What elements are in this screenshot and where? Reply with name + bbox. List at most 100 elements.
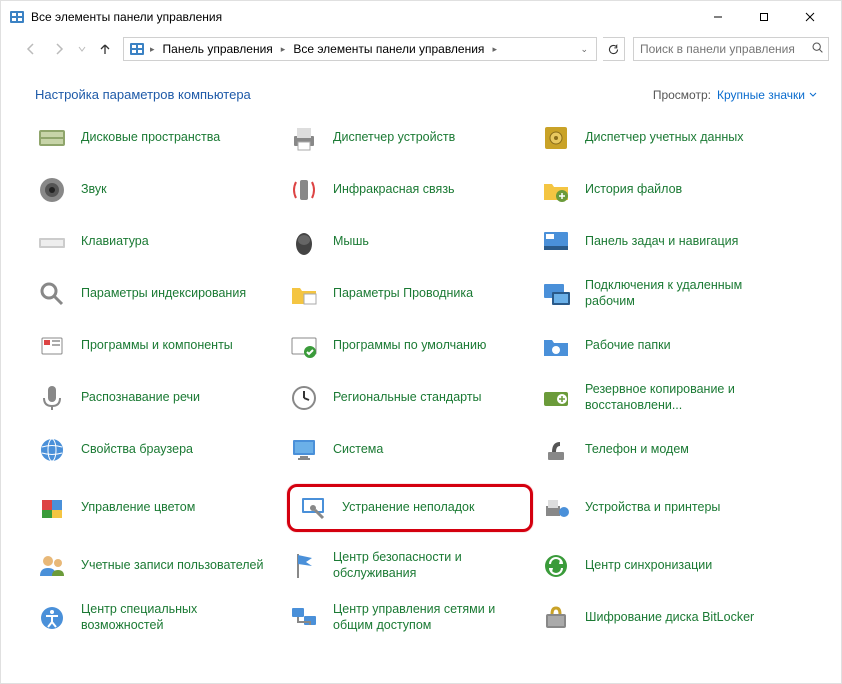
cpl-item-label[interactable]: Клавиатура [81, 234, 149, 250]
breadcrumb-chevron-icon[interactable]: ▸ [490, 44, 499, 55]
search-icon[interactable] [806, 41, 828, 57]
cpl-item-taskbar-navigation[interactable]: Панель задач и навигация [539, 224, 785, 260]
infrared-icon [287, 173, 321, 207]
cpl-item-security-maintenance[interactable]: Центр безопасности и обслуживания [287, 548, 533, 584]
cpl-item-mouse[interactable]: Мышь [287, 224, 533, 260]
refresh-button[interactable] [603, 37, 625, 61]
file-history-icon [539, 173, 573, 207]
cpl-item-region[interactable]: Региональные стандарты [287, 380, 533, 416]
cpl-item-troubleshooting[interactable]: Устранение неполадок [287, 484, 533, 532]
cpl-item-label[interactable]: Региональные стандарты [333, 390, 482, 406]
cpl-item-phone-modem[interactable]: Телефон и модем [539, 432, 785, 468]
cpl-item-system[interactable]: Система [287, 432, 533, 468]
view-by-selector[interactable]: Крупные значки [717, 88, 817, 102]
cpl-item-device-manager[interactable]: Диспетчер устройств [287, 120, 533, 156]
breadcrumb-all-items[interactable]: Все элементы панели управления [287, 40, 490, 58]
cpl-item-devices-printers[interactable]: Устройства и принтеры [539, 484, 785, 532]
address-bar[interactable]: ▸ Панель управления ▸ Все элементы панел… [123, 37, 597, 61]
cpl-item-label[interactable]: История файлов [585, 182, 682, 198]
cpl-item-explorer-options[interactable]: Параметры Проводника [287, 276, 533, 312]
programs-features-icon [35, 329, 69, 363]
cpl-item-indexing-options[interactable]: Параметры индексирования [35, 276, 281, 312]
search-box[interactable] [633, 37, 829, 61]
sync-center-icon [539, 549, 573, 583]
control-panel-window: Все элементы панели управления ▸ Панель … [0, 0, 842, 684]
cpl-item-label[interactable]: Инфракрасная связь [333, 182, 455, 198]
cpl-item-default-programs[interactable]: Программы по умолчанию [287, 328, 533, 364]
cpl-item-label[interactable]: Параметры индексирования [81, 286, 246, 302]
cpl-item-label[interactable]: Подключения к удаленным рабочим [585, 278, 780, 309]
cpl-item-label[interactable]: Управление цветом [81, 500, 195, 516]
cpl-item-user-accounts[interactable]: Учетные записи пользователей [35, 548, 281, 584]
cpl-item-storage-spaces[interactable]: Дисковые пространства [35, 120, 281, 156]
cpl-item-label[interactable]: Мышь [333, 234, 369, 250]
cpl-item-label[interactable]: Панель задач и навигация [585, 234, 738, 250]
bitlocker-icon [539, 601, 573, 635]
device-manager-icon [287, 121, 321, 155]
nav-up-button[interactable] [93, 37, 117, 61]
cpl-item-label[interactable]: Программы и компоненты [81, 338, 233, 354]
cpl-item-label[interactable]: Учетные записи пользователей [81, 558, 264, 574]
system-icon [287, 433, 321, 467]
cpl-item-label[interactable]: Центр синхронизации [585, 558, 712, 574]
address-history-dropdown[interactable]: ⌄ [574, 44, 594, 55]
keyboard-icon [35, 225, 69, 259]
search-input[interactable] [634, 42, 806, 56]
cpl-item-label[interactable]: Диспетчер устройств [333, 130, 455, 146]
maximize-button[interactable] [741, 3, 787, 31]
chevron-down-icon [809, 92, 817, 98]
page-title: Настройка параметров компьютера [35, 87, 251, 102]
cpl-item-sound[interactable]: Звук [35, 172, 281, 208]
cpl-item-label[interactable]: Шифрование диска BitLocker [585, 610, 754, 626]
cpl-item-remote-desktop[interactable]: Подключения к удаленным рабочим [539, 276, 785, 312]
cpl-item-file-history[interactable]: История файлов [539, 172, 785, 208]
close-button[interactable] [787, 3, 833, 31]
default-programs-icon [287, 329, 321, 363]
cpl-item-speech-recognition[interactable]: Распознавание речи [35, 380, 281, 416]
cpl-item-network-sharing[interactable]: Центр управления сетями и общим доступом [287, 600, 533, 636]
cpl-item-programs-features[interactable]: Программы и компоненты [35, 328, 281, 364]
troubleshooting-icon [296, 491, 330, 525]
minimize-button[interactable] [695, 3, 741, 31]
cpl-item-ease-of-access[interactable]: Центр специальных возможностей [35, 600, 281, 636]
cpl-item-internet-options[interactable]: Свойства браузера [35, 432, 281, 468]
control-panel-icon [9, 9, 25, 25]
navbar: ▸ Панель управления ▸ Все элементы панел… [1, 33, 841, 65]
cpl-item-label[interactable]: Распознавание речи [81, 390, 200, 406]
nav-back-button[interactable] [19, 37, 43, 61]
cpl-item-label[interactable]: Программы по умолчанию [333, 338, 486, 354]
cpl-item-label[interactable]: Телефон и модем [585, 442, 689, 458]
explorer-options-icon [287, 277, 321, 311]
cpl-item-credential-manager[interactable]: Диспетчер учетных данных [539, 120, 785, 156]
breadcrumb-control-panel[interactable]: Панель управления [157, 40, 279, 58]
cpl-item-work-folders[interactable]: Рабочие папки [539, 328, 785, 364]
cpl-item-label[interactable]: Свойства браузера [81, 442, 193, 458]
cpl-item-color-management[interactable]: Управление цветом [35, 484, 281, 532]
cpl-item-label[interactable]: Дисковые пространства [81, 130, 220, 146]
cpl-item-label[interactable]: Устранение неполадок [342, 500, 474, 516]
cpl-item-bitlocker[interactable]: Шифрование диска BitLocker [539, 600, 785, 636]
cpl-item-label[interactable]: Звук [81, 182, 107, 198]
security-maintenance-icon [287, 549, 321, 583]
cpl-item-label[interactable]: Устройства и принтеры [585, 500, 720, 516]
cpl-item-label[interactable]: Центр безопасности и обслуживания [333, 550, 528, 581]
nav-forward-button[interactable] [47, 37, 71, 61]
cpl-item-label[interactable]: Параметры Проводника [333, 286, 473, 302]
cpl-item-infrared[interactable]: Инфракрасная связь [287, 172, 533, 208]
cpl-item-label[interactable]: Рабочие папки [585, 338, 671, 354]
cpl-item-label[interactable]: Система [333, 442, 383, 458]
breadcrumb-chevron-icon[interactable]: ▸ [148, 44, 157, 55]
cpl-item-label[interactable]: Центр специальных возможностей [81, 602, 276, 633]
cpl-item-keyboard[interactable]: Клавиатура [35, 224, 281, 260]
cpl-item-backup-restore[interactable]: Резервное копирование и восстановлени... [539, 380, 785, 416]
region-icon [287, 381, 321, 415]
backup-restore-icon [539, 381, 573, 415]
cpl-item-label[interactable]: Резервное копирование и восстановлени... [585, 382, 780, 413]
breadcrumb-chevron-icon[interactable]: ▸ [279, 44, 288, 55]
user-accounts-icon [35, 549, 69, 583]
cpl-item-sync-center[interactable]: Центр синхронизации [539, 548, 785, 584]
phone-modem-icon [539, 433, 573, 467]
cpl-item-label[interactable]: Центр управления сетями и общим доступом [333, 602, 528, 633]
nav-recent-dropdown[interactable] [75, 37, 89, 61]
cpl-item-label[interactable]: Диспетчер учетных данных [585, 130, 744, 146]
